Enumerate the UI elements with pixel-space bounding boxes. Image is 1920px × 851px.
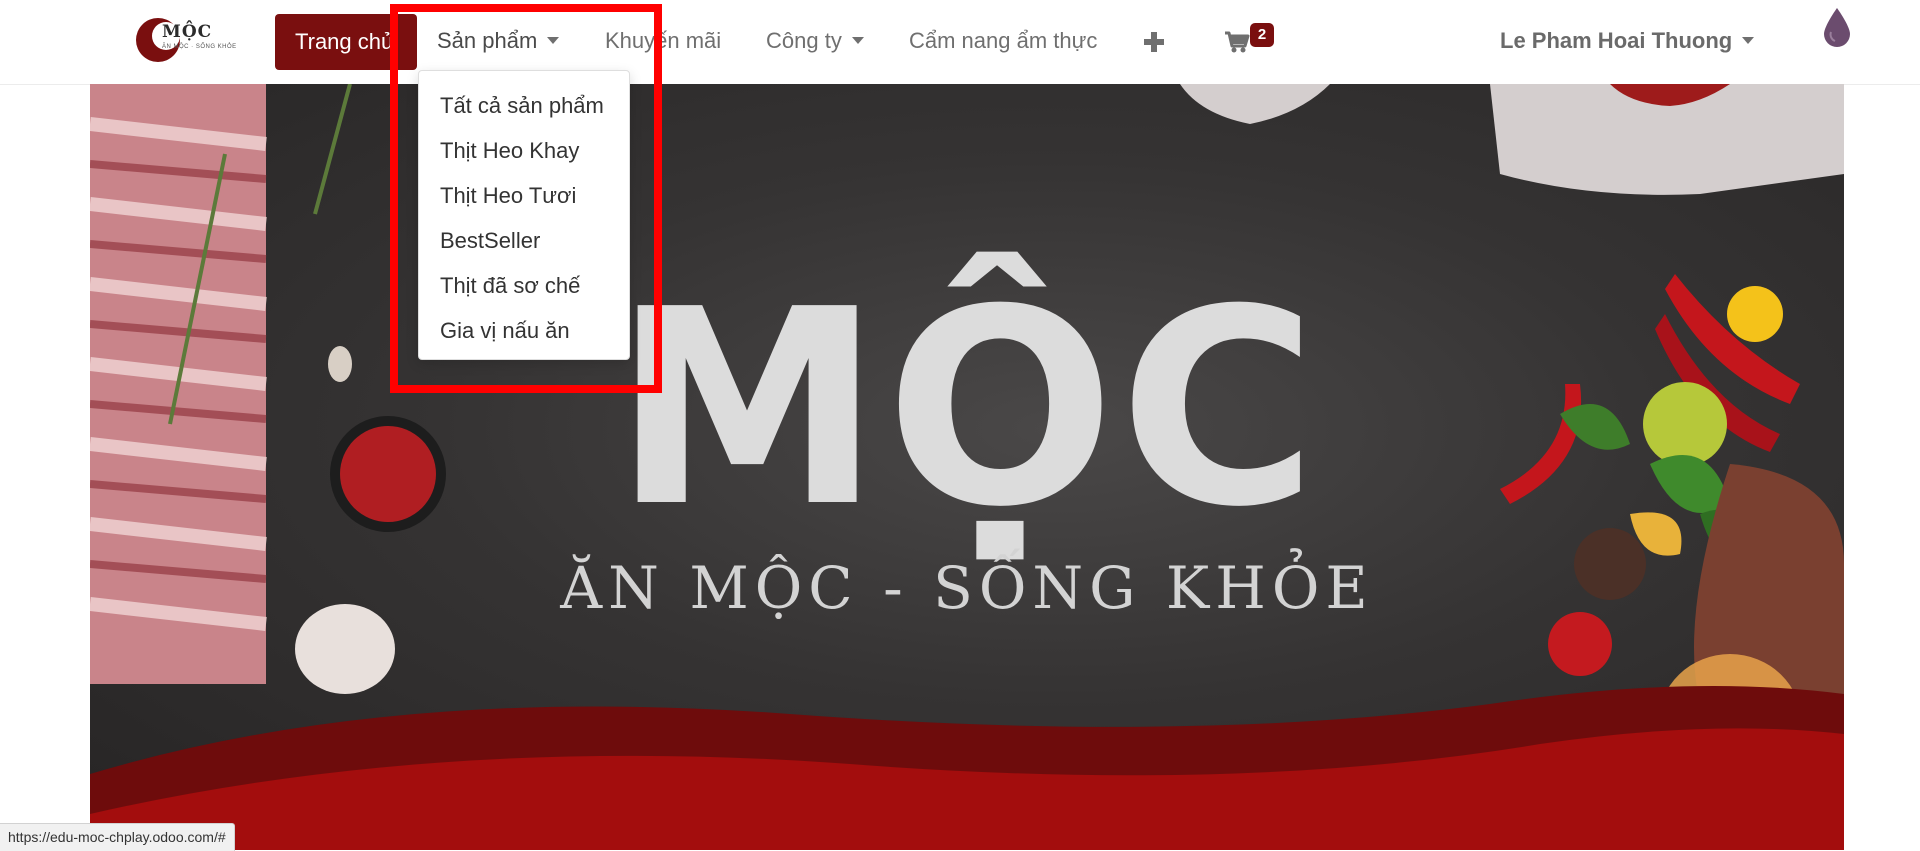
user-menu-dropdown[interactable]: Le Pham Hoai Thuong	[1500, 24, 1755, 58]
user-name-label: Le Pham Hoai Thuong	[1500, 28, 1733, 53]
browser-status-url: https://edu-moc-chplay.odoo.com/#	[0, 823, 235, 851]
hero-title: MỘC	[612, 251, 1322, 566]
nav-cookbook-link[interactable]: Cẩm nang ẩm thực	[909, 24, 1097, 58]
chevron-down-icon	[1742, 36, 1755, 44]
cart-icon[interactable]	[1224, 30, 1250, 54]
water-drop-icon[interactable]	[1820, 6, 1854, 50]
hero-tagline: ĂN MỘC - SỐNG KHỎE	[560, 554, 1374, 622]
plus-icon[interactable]	[1142, 30, 1166, 54]
annotation-highlight-box	[390, 4, 662, 393]
logo-slogan: ĂN MỘC · SỐNG KHỎE	[162, 44, 237, 50]
nav-company-label: Công ty	[766, 28, 842, 53]
brand-logo[interactable]: MỘC ĂN MỘC · SỐNG KHỎE	[132, 14, 244, 68]
cart-count-badge: 2	[1250, 23, 1274, 47]
logo-text: MỘC	[162, 22, 213, 42]
chevron-down-icon	[851, 36, 864, 44]
hero-banner: MỘC ĂN MỘC - SỐNG KHỎE	[90, 84, 1844, 850]
nav-company-dropdown[interactable]: Công ty	[766, 24, 864, 58]
top-navbar: MỘC ĂN MỘC · SỐNG KHỎE Trang chủ Sản phẩ…	[0, 0, 1920, 85]
